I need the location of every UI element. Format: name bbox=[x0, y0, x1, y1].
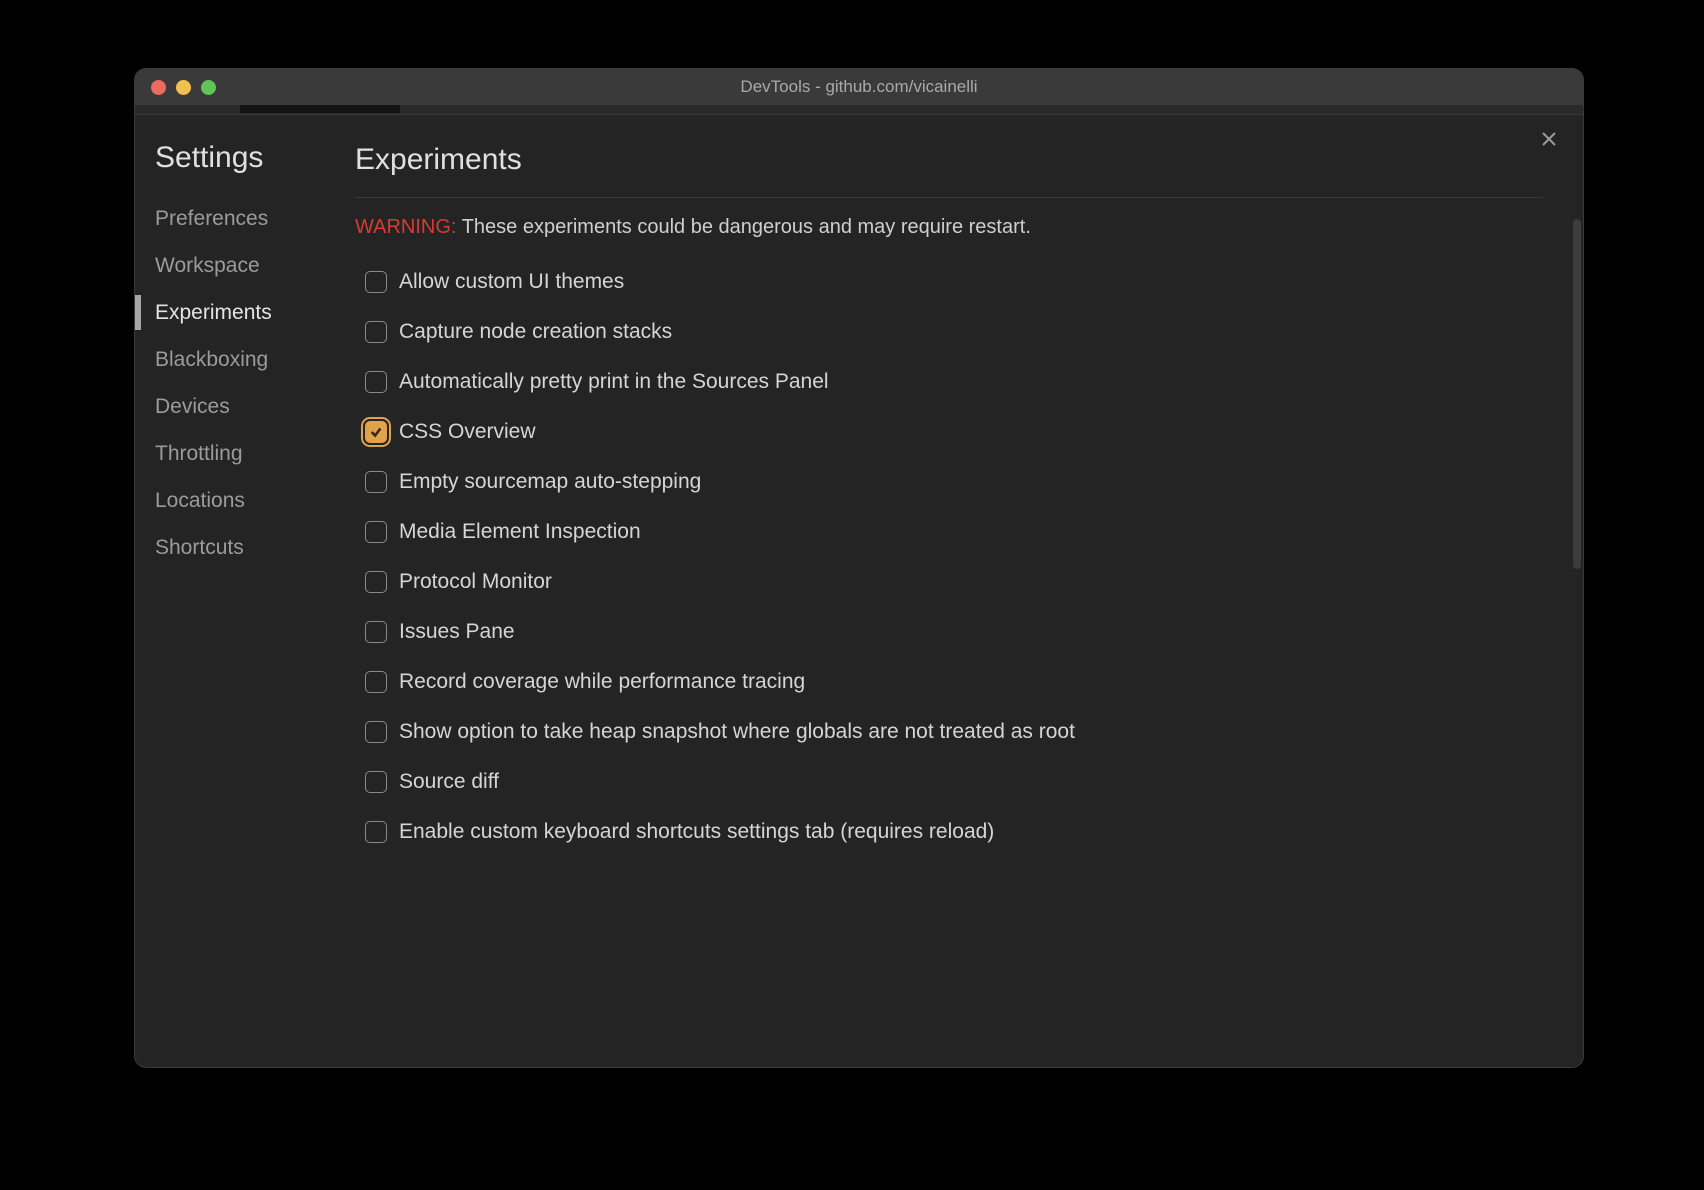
experiment-checkbox[interactable] bbox=[365, 371, 387, 393]
experiment-checkbox[interactable] bbox=[365, 721, 387, 743]
experiment-label: Media Element Inspection bbox=[399, 520, 641, 544]
experiment-label: Empty sourcemap auto-stepping bbox=[399, 470, 701, 494]
zoom-window-button[interactable] bbox=[201, 80, 216, 95]
experiment-label: Source diff bbox=[399, 770, 499, 794]
experiment-checkbox[interactable] bbox=[365, 521, 387, 543]
settings-heading: Settings bbox=[135, 141, 345, 175]
sidebar-item-shortcuts[interactable]: Shortcuts bbox=[135, 524, 345, 571]
sidebar-item-locations[interactable]: Locations bbox=[135, 477, 345, 524]
experiment-label: Issues Pane bbox=[399, 620, 515, 644]
settings-body: Settings PreferencesWorkspaceExperiments… bbox=[135, 115, 1583, 1067]
close-settings-button[interactable] bbox=[1539, 129, 1559, 149]
experiment-checkbox[interactable] bbox=[365, 421, 387, 443]
warning-label: WARNING: bbox=[355, 216, 456, 238]
scrollbar-thumb[interactable] bbox=[1573, 219, 1581, 569]
experiment-checkbox[interactable] bbox=[365, 271, 387, 293]
experiment-checkbox[interactable] bbox=[365, 821, 387, 843]
experiment-row[interactable]: Issues Pane bbox=[355, 607, 1543, 657]
sidebar-item-throttling[interactable]: Throttling bbox=[135, 430, 345, 477]
toolbar-strip bbox=[135, 105, 1583, 115]
experiment-checkbox[interactable] bbox=[365, 471, 387, 493]
experiment-row[interactable]: CSS Overview bbox=[355, 407, 1543, 457]
experiment-label: Protocol Monitor bbox=[399, 570, 552, 594]
experiment-row[interactable]: Show option to take heap snapshot where … bbox=[355, 707, 1543, 757]
settings-sidebar: Settings PreferencesWorkspaceExperiments… bbox=[135, 115, 345, 1067]
panel-title: Experiments bbox=[355, 143, 1543, 177]
experiment-row[interactable]: Source diff bbox=[355, 757, 1543, 807]
experiment-label: Capture node creation stacks bbox=[399, 320, 672, 344]
experiment-row[interactable]: Record coverage while performance tracin… bbox=[355, 657, 1543, 707]
sidebar-item-experiments[interactable]: Experiments bbox=[135, 289, 345, 336]
experiment-label: Record coverage while performance tracin… bbox=[399, 670, 805, 694]
experiment-label: Enable custom keyboard shortcuts setting… bbox=[399, 820, 994, 844]
minimize-window-button[interactable] bbox=[176, 80, 191, 95]
experiment-row[interactable]: Media Element Inspection bbox=[355, 507, 1543, 557]
experiment-label: CSS Overview bbox=[399, 420, 536, 444]
titlebar[interactable]: DevTools - github.com/vicainelli bbox=[135, 69, 1583, 105]
sidebar-item-blackboxing[interactable]: Blackboxing bbox=[135, 336, 345, 383]
experiment-checkbox[interactable] bbox=[365, 321, 387, 343]
experiment-checkbox[interactable] bbox=[365, 771, 387, 793]
warning-text: These experiments could be dangerous and… bbox=[462, 216, 1031, 238]
warning-message: WARNING: These experiments could be dang… bbox=[355, 216, 1543, 239]
experiment-row[interactable]: Capture node creation stacks bbox=[355, 307, 1543, 357]
window-controls bbox=[135, 80, 216, 95]
sidebar-item-preferences[interactable]: Preferences bbox=[135, 195, 345, 242]
sidebar-item-workspace[interactable]: Workspace bbox=[135, 242, 345, 289]
experiment-row[interactable]: Enable custom keyboard shortcuts setting… bbox=[355, 807, 1543, 857]
experiments-list: Allow custom UI themes Capture node creat… bbox=[355, 257, 1543, 857]
experiment-row[interactable]: Protocol Monitor bbox=[355, 557, 1543, 607]
experiment-label: Automatically pretty print in the Source… bbox=[399, 370, 829, 394]
experiment-label: Allow custom UI themes bbox=[399, 270, 624, 294]
close-window-button[interactable] bbox=[151, 80, 166, 95]
devtools-window: DevTools - github.com/vicainelli Setting… bbox=[134, 68, 1584, 1068]
experiment-checkbox[interactable] bbox=[365, 621, 387, 643]
experiment-checkbox[interactable] bbox=[365, 671, 387, 693]
sidebar-item-devices[interactable]: Devices bbox=[135, 383, 345, 430]
experiment-row[interactable]: Automatically pretty print in the Source… bbox=[355, 357, 1543, 407]
window-title: DevTools - github.com/vicainelli bbox=[135, 77, 1583, 97]
experiment-label: Show option to take heap snapshot where … bbox=[399, 720, 1075, 744]
experiments-panel: Experiments WARNING: These experiments c… bbox=[345, 115, 1583, 1067]
experiment-checkbox[interactable] bbox=[365, 571, 387, 593]
divider bbox=[355, 197, 1543, 198]
experiment-row[interactable]: Allow custom UI themes bbox=[355, 257, 1543, 307]
experiment-row[interactable]: Empty sourcemap auto-stepping bbox=[355, 457, 1543, 507]
